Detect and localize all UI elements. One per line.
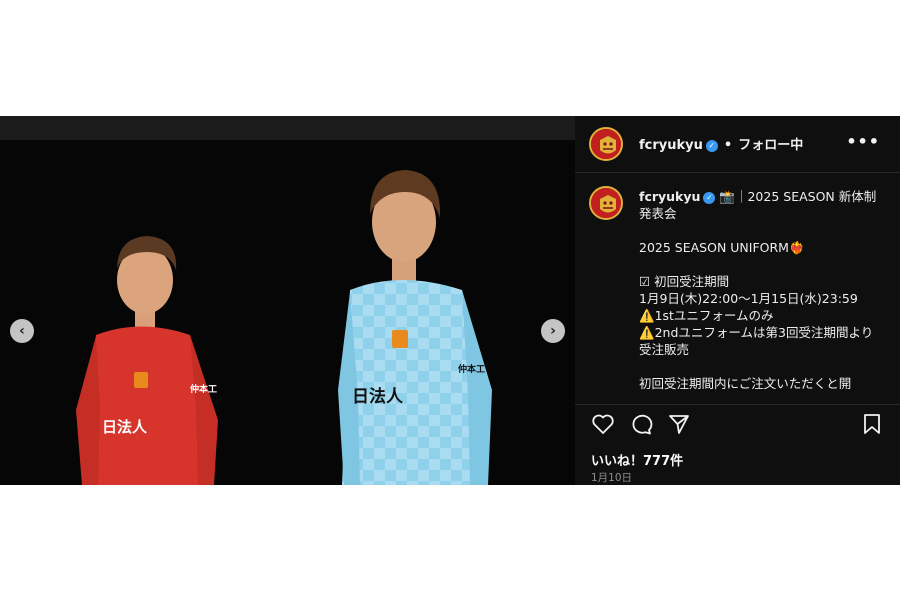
- caption-username[interactable]: fcryukyu: [639, 189, 700, 204]
- club-crest-icon: [591, 188, 621, 218]
- heart-icon[interactable]: [591, 413, 615, 435]
- players-illustration: 日法人 仲本工 日法人 仲本工: [0, 140, 575, 485]
- verified-badge-icon: ✓: [705, 139, 718, 152]
- following-button[interactable]: フォロー中: [738, 138, 803, 153]
- caption-avatar[interactable]: [589, 186, 623, 220]
- photo-top-band: [0, 116, 575, 140]
- caption-line: 2025 SEASON UNIFORM❤️‍🔥: [639, 240, 805, 255]
- likes-count[interactable]: いいね！777件: [591, 450, 683, 469]
- bookmark-icon[interactable]: [862, 413, 882, 435]
- header-user-line: fcryukyu ✓ • フォロー中: [639, 134, 803, 153]
- next-photo-button[interactable]: ›: [541, 319, 565, 343]
- more-options-icon[interactable]: •••: [846, 132, 880, 151]
- username-link[interactable]: fcryukyu: [639, 138, 703, 153]
- caption-line: ☑ 初回受注期間: [639, 274, 730, 289]
- camera-emoji: 📸: [719, 189, 735, 204]
- previous-photo-button[interactable]: ‹: [10, 319, 34, 343]
- chevron-right-icon: ›: [550, 323, 556, 339]
- instagram-post-embed: 日法人 仲本工 日法人 仲本工 ‹ › fcryukyu ✓ • フォロー中 •…: [0, 116, 900, 485]
- post-side-panel: fcryukyu ✓ • フォロー中 ••• fcryukyu ✓ 📸｜2025 SEA…: [575, 116, 900, 485]
- post-header: fcryukyu ✓ • フォロー中 •••: [575, 116, 900, 173]
- verified-badge-icon: ✓: [703, 191, 716, 204]
- caption-line: 1月9日(木)22:00〜1月15日(水)23:59: [639, 291, 858, 306]
- avatar[interactable]: [589, 127, 623, 161]
- share-icon[interactable]: [667, 413, 691, 435]
- right-sleeve-text: 仲本工: [458, 363, 485, 375]
- left-sleeve-text: 仲本工: [190, 383, 217, 395]
- separator-dot: •: [723, 138, 733, 153]
- post-photo[interactable]: 日法人 仲本工 日法人 仲本工 ‹ ›: [0, 116, 575, 485]
- caption-line: ⚠️2ndユニフォームは第3回受注期間より受注販売: [639, 325, 874, 357]
- caption-area: fcryukyu ✓ 📸｜2025 SEASON 新体制発表会 2025 SEAS…: [575, 174, 900, 396]
- chevron-left-icon: ‹: [19, 323, 25, 339]
- club-crest-icon: [591, 129, 621, 159]
- comment-icon[interactable]: [629, 413, 653, 435]
- left-shirt-sponsor: 日法人: [102, 418, 148, 436]
- action-bar: [575, 404, 900, 441]
- caption-text: fcryukyu ✓ 📸｜2025 SEASON 新体制発表会 2025 SEAS…: [639, 188, 879, 392]
- caption-line: ⚠️1stユニフォームのみ: [639, 308, 774, 323]
- right-shirt-sponsor: 日法人: [352, 386, 404, 407]
- caption-line: 初回受注期間内にご注文いただくと開: [639, 376, 852, 391]
- post-date: 1月10日: [591, 472, 633, 484]
